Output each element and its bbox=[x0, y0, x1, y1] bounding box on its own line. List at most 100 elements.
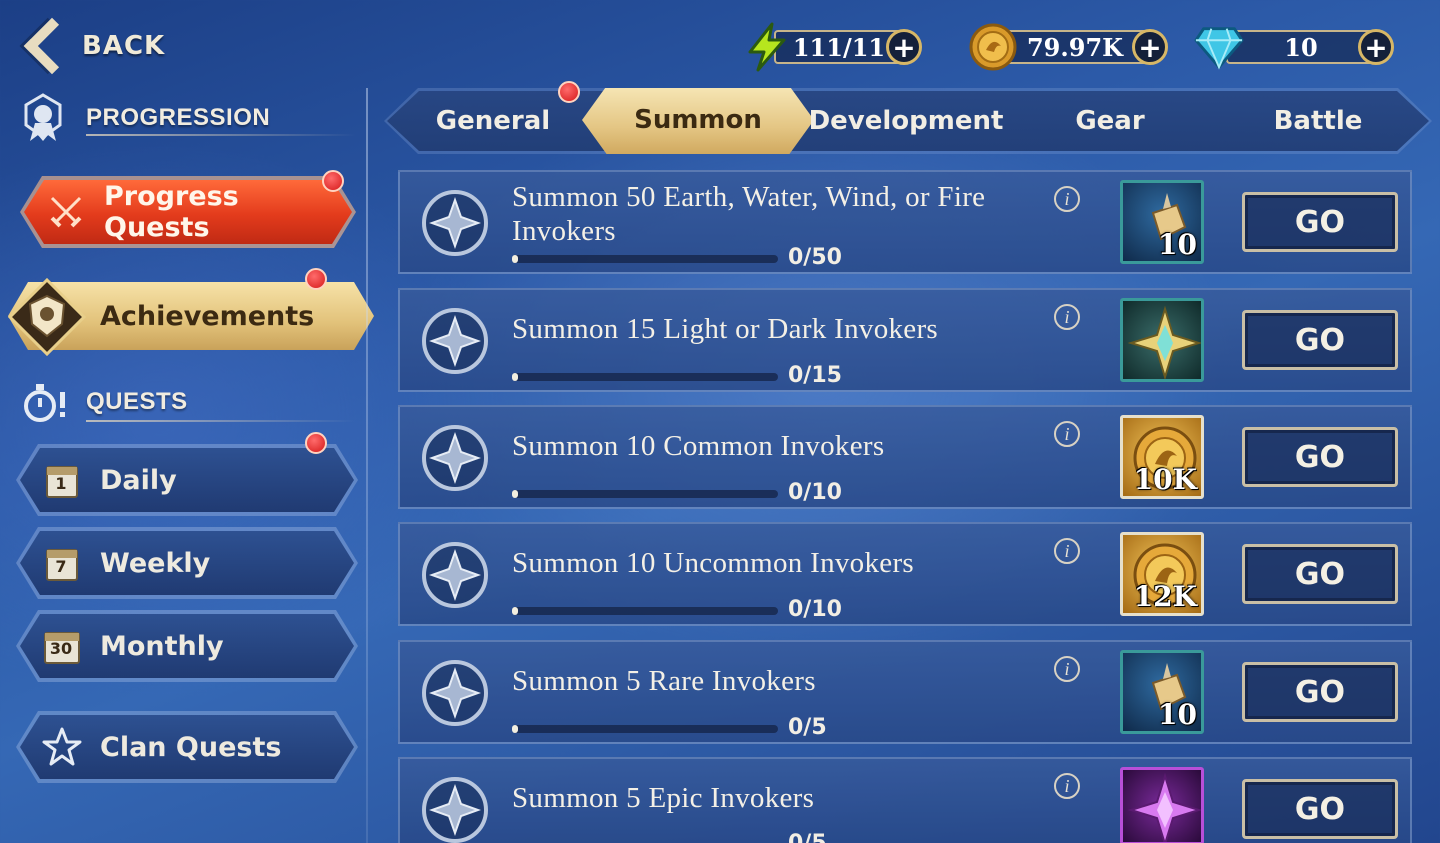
category-tabs: General Summon Development Gear Battle bbox=[384, 88, 1432, 154]
quest-row: Summon 10 Uncommon Invokers 0/10 i 12K G… bbox=[398, 522, 1412, 626]
reward-item[interactable]: 10 bbox=[1120, 180, 1204, 264]
go-button[interactable]: GO bbox=[1242, 544, 1398, 604]
info-icon[interactable]: i bbox=[1054, 538, 1080, 564]
quest-progress-bar bbox=[512, 607, 778, 615]
sidebar-divider bbox=[366, 88, 368, 843]
achievements-label: Achievements bbox=[100, 300, 315, 332]
quest-progress-text: 0/15 bbox=[788, 363, 842, 388]
daily-calendar-number: 1 bbox=[55, 474, 67, 493]
weekly-label: Weekly bbox=[100, 547, 211, 579]
quests-header: QUESTS bbox=[22, 378, 362, 426]
reward-quantity: 10K bbox=[1133, 463, 1197, 496]
progress-quests-button[interactable]: Progress Quests bbox=[24, 180, 352, 244]
reward-item[interactable] bbox=[1120, 298, 1204, 382]
back-button[interactable]: BACK bbox=[18, 14, 178, 78]
quest-title: Summon 15 Light or Dark Invokers bbox=[512, 313, 939, 345]
info-icon[interactable]: i bbox=[1054, 421, 1080, 447]
tab-gear[interactable]: Gear bbox=[1024, 88, 1196, 154]
crossed-swords-icon bbox=[46, 192, 86, 232]
quest-progress-text: 0/50 bbox=[788, 245, 842, 270]
quest-title: Summon 5 Rare Invokers bbox=[512, 665, 816, 697]
daily-button[interactable]: Daily bbox=[20, 448, 354, 512]
quest-row: Summon 10 Common Invokers 0/10 i 10K GO bbox=[398, 405, 1412, 509]
summon-emblem-icon bbox=[422, 425, 488, 491]
go-button[interactable]: GO bbox=[1242, 662, 1398, 722]
gold-resource: 79.97K + bbox=[968, 18, 1168, 76]
tab-general[interactable]: General bbox=[414, 88, 572, 154]
achievements-notification-dot bbox=[305, 268, 327, 290]
add-gold-button[interactable]: + bbox=[1132, 29, 1168, 65]
monthly-label: Monthly bbox=[100, 630, 224, 662]
tab-battle[interactable]: Battle bbox=[1224, 88, 1412, 154]
reward-quantity: 10 bbox=[1158, 228, 1197, 261]
go-button[interactable]: GO bbox=[1242, 779, 1398, 839]
summon-emblem-icon bbox=[422, 308, 488, 374]
general-tab-notification-dot bbox=[558, 81, 580, 103]
tab-development[interactable]: Development bbox=[808, 88, 1004, 154]
summon-emblem-icon bbox=[422, 542, 488, 608]
quest-progress-bar bbox=[512, 255, 778, 263]
reward-item[interactable] bbox=[1120, 767, 1204, 843]
quest-title: Summon 50 Earth, Water, Wind, or Fire In… bbox=[512, 181, 986, 247]
clan-quests-label: Clan Quests bbox=[100, 731, 282, 763]
info-icon[interactable]: i bbox=[1054, 304, 1080, 330]
gems-resource: 10 + bbox=[1194, 18, 1394, 76]
clan-quests-button[interactable]: Clan Quests bbox=[20, 715, 354, 779]
quest-title: Summon 10 Uncommon Invokers bbox=[512, 547, 914, 579]
reward-item[interactable]: 10K bbox=[1120, 415, 1204, 499]
progress-quests-label: Progress Quests bbox=[104, 181, 239, 243]
summon-emblem-icon bbox=[422, 777, 488, 843]
add-gems-button[interactable]: + bbox=[1358, 29, 1394, 65]
quest-progress-bar bbox=[512, 373, 778, 381]
quest-row: Summon 15 Light or Dark Invokers 0/15 i … bbox=[398, 288, 1412, 392]
summon-emblem-icon bbox=[422, 660, 488, 726]
quest-progress-fill bbox=[512, 607, 518, 615]
gems-value: 10 bbox=[1226, 30, 1376, 64]
diamond-icon bbox=[1194, 22, 1244, 72]
summon-emblem-icon bbox=[422, 190, 488, 256]
quest-row: Summon 5 Epic Invokers 0/5 i GO bbox=[398, 757, 1412, 843]
quest-title: Summon 10 Common Invokers bbox=[512, 430, 885, 462]
reward-item[interactable]: 12K bbox=[1120, 532, 1204, 616]
progression-divider bbox=[86, 134, 356, 136]
reward-quantity: 12K bbox=[1133, 580, 1197, 613]
go-button[interactable]: GO bbox=[1242, 192, 1398, 252]
add-energy-button[interactable]: + bbox=[886, 29, 922, 65]
gold-coin-icon bbox=[968, 22, 1018, 72]
daily-notification-dot bbox=[305, 432, 327, 454]
energy-resource: 111/11 + bbox=[742, 18, 922, 76]
reward-item[interactable]: 10 bbox=[1120, 650, 1204, 734]
back-label: BACK bbox=[82, 31, 166, 61]
energy-value: 111/11 bbox=[774, 30, 904, 64]
purple-crystal-icon bbox=[1127, 772, 1201, 842]
crystal-star-icon bbox=[1127, 305, 1201, 379]
gold-value: 79.97K bbox=[1000, 30, 1150, 64]
quest-title: Summon 5 Epic Invokers bbox=[512, 782, 815, 814]
quests-label: QUESTS bbox=[86, 388, 188, 415]
go-button[interactable]: GO bbox=[1242, 310, 1398, 370]
weekly-button[interactable]: Weekly bbox=[20, 531, 354, 595]
info-icon[interactable]: i bbox=[1054, 656, 1080, 682]
quest-progress-fill bbox=[512, 373, 518, 381]
quest-progress-fill bbox=[512, 490, 518, 498]
shield-badge-icon bbox=[7, 277, 87, 357]
quest-progress-fill bbox=[512, 725, 518, 733]
quest-progress-text: 0/10 bbox=[788, 480, 842, 505]
info-icon[interactable]: i bbox=[1054, 186, 1080, 212]
progression-label: PROGRESSION bbox=[86, 104, 271, 131]
back-chevron-icon bbox=[23, 17, 81, 75]
ribbon-badge-icon bbox=[18, 93, 68, 143]
stopwatch-icon bbox=[22, 380, 72, 424]
monthly-calendar-number: 30 bbox=[49, 639, 73, 658]
quest-progress-text: 0/10 bbox=[788, 597, 842, 622]
info-icon[interactable]: i bbox=[1054, 773, 1080, 799]
go-button[interactable]: GO bbox=[1242, 427, 1398, 487]
quests-divider bbox=[86, 420, 356, 422]
tab-summon[interactable]: Summon bbox=[582, 84, 814, 156]
quest-progress-text: 0/5 bbox=[788, 831, 827, 843]
lightning-icon bbox=[742, 22, 792, 72]
daily-label: Daily bbox=[100, 464, 177, 496]
progression-header: PROGRESSION bbox=[18, 92, 358, 144]
quest-row: Summon 50 Earth, Water, Wind, or Fire In… bbox=[398, 170, 1412, 274]
reward-quantity: 10 bbox=[1158, 698, 1197, 731]
